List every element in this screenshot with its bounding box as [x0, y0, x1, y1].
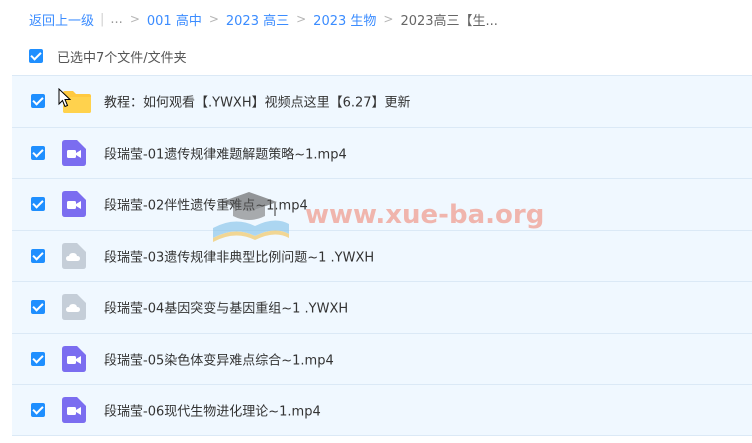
video-file-icon	[62, 345, 86, 372]
video-file-icon	[62, 139, 86, 166]
file-name[interactable]: 段瑞莹-06现代生物进化理论~1.mp4	[104, 400, 321, 419]
file-checkbox[interactable]	[31, 94, 45, 109]
cloud-file-icon	[62, 242, 86, 269]
cloud-file-icon	[62, 294, 86, 321]
breadcrumb-ellipsis[interactable]: ...	[110, 12, 122, 27]
file-row[interactable]: 段瑞莹-03遗传规律非典型比例问题~1 .YWXH	[12, 229, 752, 281]
file-list: 教程：如何观看【.YWXH】视频点这里【6.27】更新 段瑞莹-01遗传规律难题…	[12, 75, 752, 436]
breadcrumb-current: 2023高三【生...	[400, 13, 498, 29]
breadcrumb-separator: >	[208, 12, 219, 26]
file-checkbox[interactable]	[31, 145, 45, 160]
file-name[interactable]: 段瑞莹-04基因突变与基因重组~1 .YWXH	[104, 298, 348, 317]
video-file-icon	[62, 191, 86, 218]
file-name[interactable]: 段瑞莹-01遗传规律难题解题策略~1.mp4	[104, 143, 347, 162]
file-checkbox[interactable]	[31, 197, 45, 212]
select-all-checkbox[interactable]	[29, 49, 43, 63]
breadcrumb-separator: >	[129, 12, 140, 26]
file-checkbox[interactable]	[31, 248, 45, 263]
file-row[interactable]: 段瑞莹-04基因突变与基因重组~1 .YWXH	[12, 281, 752, 333]
breadcrumb-separator: >	[383, 12, 394, 26]
file-checkbox[interactable]	[31, 300, 45, 315]
breadcrumb-item-2023-biology[interactable]: 2023 生物	[313, 10, 376, 29]
back-link[interactable]: 返回上一级	[29, 10, 94, 29]
file-row[interactable]: 段瑞莹-05染色体变异难点综合~1.mp4	[12, 332, 752, 384]
video-file-icon	[62, 396, 86, 423]
breadcrumb-separator: >	[296, 12, 307, 26]
file-row[interactable]: 段瑞莹-02伴性遗传重难点~1.mp4	[12, 178, 752, 230]
breadcrumb: 返回上一级 | ... > 001 高中 > 2023 高三 > 2023 生物…	[29, 9, 498, 29]
breadcrumb-divider: |	[100, 11, 105, 27]
file-row[interactable]: 段瑞莹-01遗传规律难题解题策略~1.mp4	[12, 126, 752, 178]
file-name[interactable]: 段瑞莹-03遗传规律非典型比例问题~1 .YWXH	[104, 246, 374, 265]
breadcrumb-item-2023-senior-three[interactable]: 2023 高三	[226, 10, 289, 29]
file-checkbox[interactable]	[31, 402, 45, 417]
breadcrumb-item-001-high-school[interactable]: 001 高中	[147, 10, 202, 29]
file-name[interactable]: 段瑞莹-05染色体变异难点综合~1.mp4	[104, 349, 334, 368]
folder-icon	[62, 88, 91, 114]
file-name[interactable]: 教程：如何观看【.YWXH】视频点这里【6.27】更新	[104, 92, 411, 111]
file-row[interactable]: 段瑞莹-06现代生物进化理论~1.mp4	[12, 384, 752, 436]
file-row[interactable]: 教程：如何观看【.YWXH】视频点这里【6.27】更新	[12, 75, 752, 127]
selection-count-label: 已选中7个文件/文件夹	[57, 50, 187, 66]
file-checkbox[interactable]	[31, 351, 45, 366]
file-name[interactable]: 段瑞莹-02伴性遗传重难点~1.mp4	[104, 195, 308, 214]
selection-bar: 已选中7个文件/文件夹	[29, 47, 187, 66]
